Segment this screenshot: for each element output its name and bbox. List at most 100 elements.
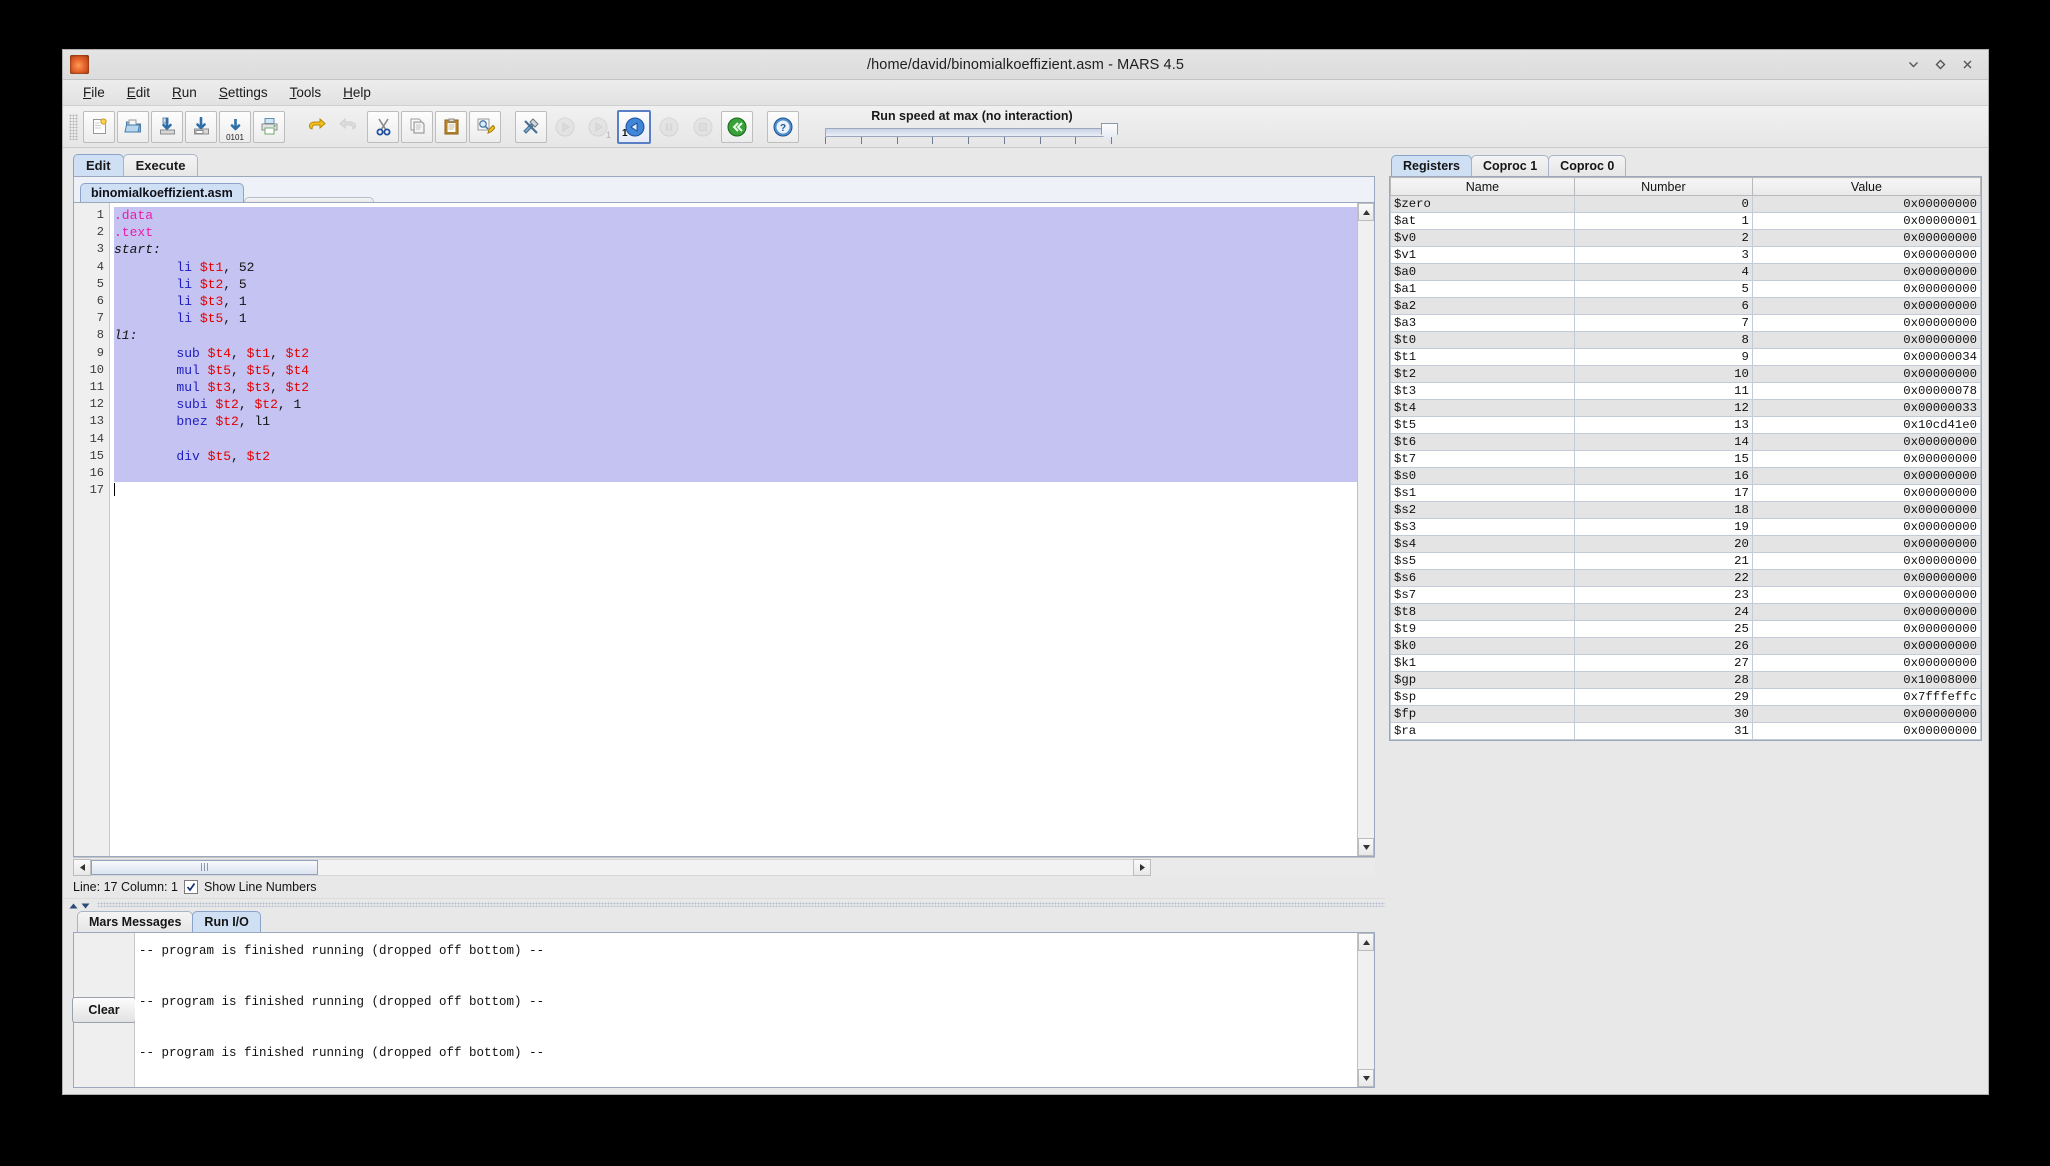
editor-vertical-scrollbar[interactable]: [1357, 203, 1374, 856]
code-text[interactable]: .data.textstart: li $t1, 52 li $t2, 5 li…: [110, 203, 1357, 856]
table-row[interactable]: $sp290x7fffeffc: [1391, 689, 1981, 706]
message-vertical-scrollbar[interactable]: [1357, 933, 1374, 1087]
run-io-output[interactable]: -- program is finished running (dropped …: [135, 933, 1357, 1087]
table-row[interactable]: $k1270x00000000: [1391, 655, 1981, 672]
dump-memory-icon[interactable]: 0101: [219, 111, 251, 143]
code-line[interactable]: [114, 430, 1357, 447]
table-row[interactable]: $s3190x00000000: [1391, 519, 1981, 536]
show-line-numbers-checkbox[interactable]: [184, 880, 198, 894]
new-file-icon[interactable]: [83, 111, 115, 143]
code-line[interactable]: li $t2, 5: [114, 276, 1357, 293]
table-row[interactable]: $fp300x00000000: [1391, 706, 1981, 723]
table-row[interactable]: $s6220x00000000: [1391, 570, 1981, 587]
tab-registers[interactable]: Registers: [1391, 155, 1472, 176]
table-row[interactable]: $a260x00000000: [1391, 298, 1981, 315]
table-row[interactable]: $ra310x00000000: [1391, 723, 1981, 740]
editor-horizontal-scrollbar[interactable]: [73, 857, 1375, 876]
table-row[interactable]: $s2180x00000000: [1391, 502, 1981, 519]
table-row[interactable]: $t190x00000034: [1391, 349, 1981, 366]
hscroll-thumb[interactable]: [91, 860, 318, 875]
col-header-number[interactable]: Number: [1574, 178, 1752, 196]
code-line[interactable]: start:: [114, 241, 1357, 258]
table-row[interactable]: $t3110x00000078: [1391, 383, 1981, 400]
table-row[interactable]: $s0160x00000000: [1391, 468, 1981, 485]
tab-run-io[interactable]: Run I/O: [192, 911, 260, 932]
code-line[interactable]: li $t3, 1: [114, 293, 1357, 310]
table-row[interactable]: $k0260x00000000: [1391, 638, 1981, 655]
table-row[interactable]: $s5210x00000000: [1391, 553, 1981, 570]
toolbar-drag-handle[interactable]: [69, 114, 78, 140]
col-header-name[interactable]: Name: [1391, 178, 1575, 196]
print-icon[interactable]: [253, 111, 285, 143]
scroll-right-arrow-icon[interactable]: [1133, 859, 1151, 876]
code-line[interactable]: li $t1, 52: [114, 259, 1357, 276]
table-row[interactable]: $a040x00000000: [1391, 264, 1981, 281]
table-row[interactable]: $a370x00000000: [1391, 315, 1981, 332]
minimize-icon[interactable]: [1907, 58, 1920, 71]
menu-run[interactable]: Run: [161, 82, 208, 103]
col-header-value[interactable]: Value: [1752, 178, 1980, 196]
tab-edit[interactable]: Edit: [73, 154, 124, 176]
run-speed-control[interactable]: Run speed at max (no interaction): [822, 109, 1122, 145]
table-row[interactable]: $t2100x00000000: [1391, 366, 1981, 383]
table-row[interactable]: $t080x00000000: [1391, 332, 1981, 349]
save-as-icon[interactable]: [185, 111, 217, 143]
table-row[interactable]: $t4120x00000033: [1391, 400, 1981, 417]
table-row[interactable]: $s1170x00000000: [1391, 485, 1981, 502]
find-replace-icon[interactable]: [469, 111, 501, 143]
table-row[interactable]: $v020x00000000: [1391, 230, 1981, 247]
step-backward-icon[interactable]: 1: [617, 110, 651, 144]
table-row[interactable]: $at10x00000001: [1391, 213, 1981, 230]
table-row[interactable]: $s4200x00000000: [1391, 536, 1981, 553]
menu-help[interactable]: Help: [332, 82, 382, 103]
message-scroll-up-arrow-icon[interactable]: [1358, 933, 1374, 951]
scroll-up-arrow-icon[interactable]: [1358, 203, 1374, 221]
code-line[interactable]: mul $t5, $t5, $t4: [114, 362, 1357, 379]
hscroll-track[interactable]: [91, 859, 1133, 876]
table-row[interactable]: $t5130x10cd41e0: [1391, 417, 1981, 434]
code-line[interactable]: .text: [114, 224, 1357, 241]
tab-coproc-0[interactable]: Coproc 0: [1548, 155, 1626, 176]
tab-execute[interactable]: Execute: [123, 154, 199, 176]
panel-splitter[interactable]: [63, 898, 1385, 910]
menu-file[interactable]: File: [72, 82, 116, 103]
code-line[interactable]: sub $t4, $t1, $t2: [114, 345, 1357, 362]
help-icon[interactable]: ?: [767, 111, 799, 143]
close-icon[interactable]: [1961, 58, 1974, 71]
reset-icon[interactable]: [721, 111, 753, 143]
menu-settings[interactable]: Settings: [208, 82, 279, 103]
table-row[interactable]: $t9250x00000000: [1391, 621, 1981, 638]
cut-icon[interactable]: [367, 111, 399, 143]
code-line[interactable]: [114, 465, 1357, 482]
code-line[interactable]: div $t5, $t2: [114, 448, 1357, 465]
table-row[interactable]: $t8240x00000000: [1391, 604, 1981, 621]
table-row[interactable]: $t7150x00000000: [1391, 451, 1981, 468]
undo-icon[interactable]: [299, 111, 331, 143]
table-row[interactable]: $zero00x00000000: [1391, 196, 1981, 213]
table-row[interactable]: $t6140x00000000: [1391, 434, 1981, 451]
file-tab-binomialkoeffizient[interactable]: binomialkoeffizient.asm: [80, 183, 244, 202]
table-row[interactable]: $a150x00000000: [1391, 281, 1981, 298]
paste-icon[interactable]: [435, 111, 467, 143]
table-row[interactable]: $gp280x10008000: [1391, 672, 1981, 689]
clear-button[interactable]: Clear: [72, 997, 135, 1023]
tab-mars-messages[interactable]: Mars Messages: [77, 911, 193, 932]
menu-edit[interactable]: Edit: [116, 82, 161, 103]
table-row[interactable]: $v130x00000000: [1391, 247, 1981, 264]
scroll-left-arrow-icon[interactable]: [73, 859, 91, 876]
scroll-down-arrow-icon[interactable]: [1358, 838, 1374, 856]
code-line[interactable]: mul $t3, $t3, $t2: [114, 379, 1357, 396]
maximize-icon[interactable]: [1934, 58, 1947, 71]
table-row[interactable]: $s7230x00000000: [1391, 587, 1981, 604]
code-line[interactable]: subi $t2, $t2, 1: [114, 396, 1357, 413]
assemble-icon[interactable]: [515, 111, 547, 143]
code-line[interactable]: l1:: [114, 327, 1357, 344]
code-line[interactable]: li $t5, 1: [114, 310, 1357, 327]
splitter-grip[interactable]: [97, 902, 1385, 907]
save-icon[interactable]: [151, 111, 183, 143]
run-speed-slider[interactable]: [822, 125, 1122, 145]
code-line[interactable]: bnez $t2, l1: [114, 413, 1357, 430]
menu-tools[interactable]: Tools: [279, 82, 333, 103]
code-line[interactable]: .data: [114, 207, 1357, 224]
tab-coproc-1[interactable]: Coproc 1: [1471, 155, 1549, 176]
